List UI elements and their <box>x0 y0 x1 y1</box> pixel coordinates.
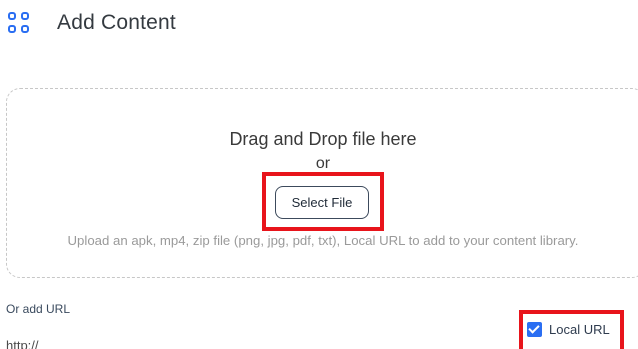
page-title: Add Content <box>57 11 176 34</box>
dropzone-title: Drag and Drop file here <box>229 129 417 149</box>
add-content-page: Add Content Drag and Drop file here or U… <box>0 0 638 349</box>
select-file-button[interactable]: Select File <box>275 186 369 219</box>
local-url-label: Local URL <box>549 322 610 337</box>
dropzone-hint: Upload an apk, mp4, zip file (png, jpg, … <box>67 233 579 248</box>
checkbox-checked-icon[interactable] <box>527 322 542 337</box>
local-url-checkbox[interactable]: Local URL <box>527 322 610 337</box>
grid-icon <box>8 12 30 34</box>
url-input[interactable] <box>6 334 406 349</box>
page-header: Add Content <box>8 8 176 38</box>
or-add-url-label: Or add URL <box>6 302 71 316</box>
